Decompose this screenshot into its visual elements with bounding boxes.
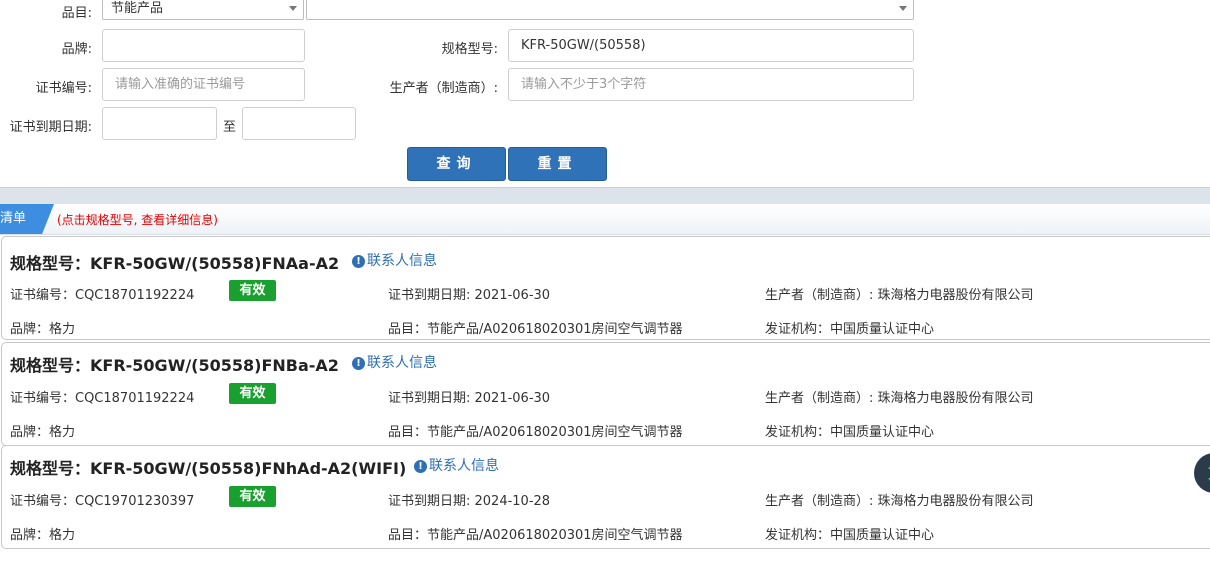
result-model-link[interactable]: 规格型号：KFR-50GW/(50558)FNAa-A2 bbox=[10, 250, 339, 274]
model-input[interactable] bbox=[508, 29, 914, 62]
expiry-date: 证书到期日期: 2021-06-30 bbox=[388, 391, 551, 406]
issuer: 发证机构：中国质量认证中心 bbox=[765, 528, 935, 543]
brand-label: 品牌: bbox=[61, 42, 92, 57]
cert-number: 证书编号：CQC19701230397 bbox=[10, 494, 195, 509]
expiry-label: 证书到期日期: bbox=[9, 120, 92, 135]
category-select[interactable]: 节能产品 bbox=[102, 0, 304, 20]
contact-info-link[interactable]: ! 联系人信息 bbox=[352, 352, 437, 372]
cert-number: 证书编号：CQC18701192224 bbox=[10, 391, 195, 406]
contact-info-label: 联系人信息 bbox=[367, 355, 437, 371]
category: 品目：节能产品/A020618020301房间空气调节器 bbox=[388, 322, 683, 337]
result-model-link[interactable]: 规格型号：KFR-50GW/(50558)FNhAd-A2(WIFI) bbox=[10, 455, 406, 479]
category-label: 品目: bbox=[61, 6, 92, 21]
brand: 品牌：格力 bbox=[10, 528, 76, 543]
model-label: 规格型号: bbox=[441, 42, 498, 57]
status-badge: 有效 bbox=[229, 280, 276, 301]
query-button[interactable]: 查询 bbox=[407, 147, 506, 181]
brand-input[interactable] bbox=[102, 29, 305, 62]
chevron-down-icon bbox=[899, 6, 907, 11]
issuer: 发证机构：中国质量认证中心 bbox=[765, 425, 935, 440]
expiry-date: 证书到期日期: 2021-06-30 bbox=[388, 288, 551, 303]
manufacturer: 生产者（制造商）: 珠海格力电器股份有限公司 bbox=[765, 494, 1034, 509]
info-icon: ! bbox=[414, 460, 427, 473]
status-badge: 有效 bbox=[229, 486, 276, 507]
list-hint: (点击规格型号, 查看详细信息) bbox=[57, 213, 218, 227]
contact-info-link[interactable]: ! 联系人信息 bbox=[414, 455, 499, 475]
result-card: 规格型号：KFR-50GW/(50558)FNhAd-A2(WIFI) ! 联系人… bbox=[1, 445, 1210, 549]
expiry-date: 证书到期日期: 2024-10-28 bbox=[388, 494, 551, 509]
contact-info-link[interactable]: ! 联系人信息 bbox=[352, 250, 437, 270]
result-card: 规格型号：KFR-50GW/(50558)FNBa-A2 ! 联系人信息 证书编号… bbox=[1, 342, 1210, 446]
maker-label: 生产者（制造商）: bbox=[389, 81, 498, 96]
issuer: 发证机构：中国质量认证中心 bbox=[765, 322, 935, 337]
manufacturer: 生产者（制造商）: 珠海格力电器股份有限公司 bbox=[765, 288, 1034, 303]
chevron-down-icon bbox=[289, 6, 297, 11]
section-divider bbox=[0, 187, 1210, 204]
status-badge: 有效 bbox=[229, 383, 276, 404]
manufacturer: 生产者（制造商）: 珠海格力电器股份有限公司 bbox=[765, 391, 1034, 406]
result-card: 规格型号：KFR-50GW/(50558)FNAa-A2 ! 联系人信息 证书编号… bbox=[1, 236, 1210, 340]
info-icon: ! bbox=[352, 357, 365, 370]
brand: 品牌：格力 bbox=[10, 425, 76, 440]
brand: 品牌：格力 bbox=[10, 322, 76, 337]
result-model-link[interactable]: 规格型号：KFR-50GW/(50558)FNBa-A2 bbox=[10, 352, 339, 376]
contact-info-label: 联系人信息 bbox=[367, 253, 437, 269]
cert-label: 证书编号: bbox=[35, 81, 92, 96]
contact-info-label: 联系人信息 bbox=[429, 458, 499, 474]
cert-input[interactable] bbox=[102, 68, 305, 101]
cert-number: 证书编号：CQC18701192224 bbox=[10, 288, 195, 303]
expiry-to-input[interactable] bbox=[242, 107, 356, 140]
reset-button[interactable]: 重置 bbox=[508, 147, 607, 181]
expiry-separator: 至 bbox=[223, 120, 237, 135]
info-icon: ! bbox=[352, 255, 365, 268]
subcategory-select[interactable] bbox=[306, 0, 914, 20]
category-select-value: 节能产品 bbox=[111, 1, 164, 16]
maker-input[interactable] bbox=[508, 68, 914, 101]
expiry-from-input[interactable] bbox=[102, 107, 217, 140]
category: 品目：节能产品/A020618020301房间空气调节器 bbox=[388, 528, 683, 543]
category: 品目：节能产品/A020618020301房间空气调节器 bbox=[388, 425, 683, 440]
